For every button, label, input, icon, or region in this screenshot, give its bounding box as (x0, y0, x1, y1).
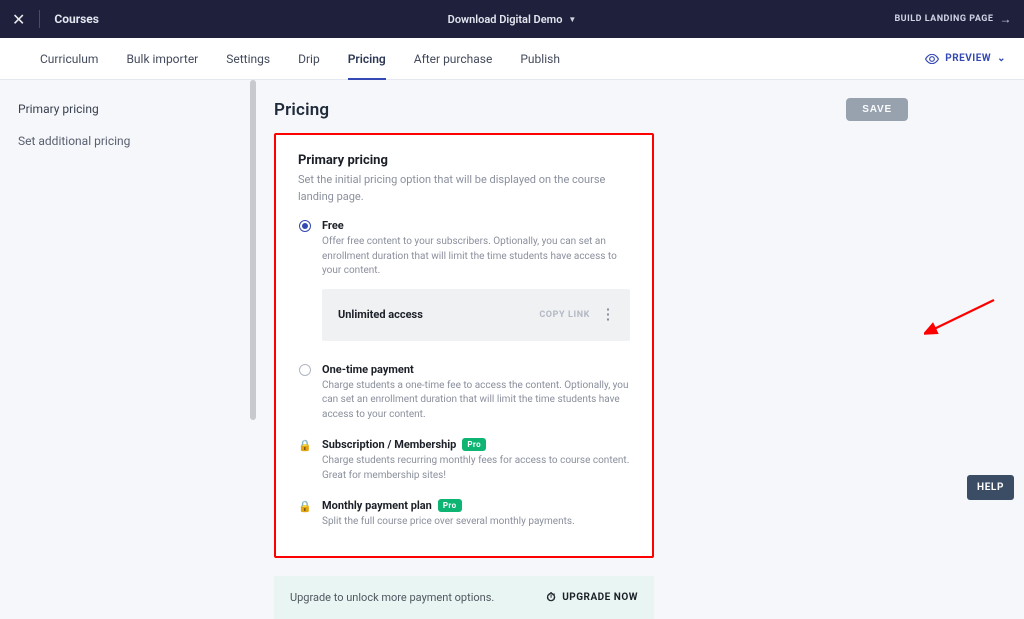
option-one-time-title: One-time payment (322, 363, 630, 376)
tab-settings[interactable]: Settings (226, 38, 270, 80)
tab-publish[interactable]: Publish (520, 38, 560, 80)
course-switcher[interactable]: Download Digital Demo ▼ (448, 13, 577, 26)
upgrade-bar: Upgrade to unlock more payment options. … (274, 576, 654, 619)
tabs-bar: Curriculum Bulk importer Settings Drip P… (0, 38, 1024, 80)
lock-icon: 🔒 (298, 439, 312, 483)
close-icon[interactable]: ✕ (12, 10, 25, 29)
left-nav: Primary pricing Set additional pricing (0, 80, 244, 506)
option-subscription-desc: Charge students recurring monthly fees f… (322, 454, 630, 483)
preview-label: PREVIEW (945, 53, 991, 64)
tab-curriculum[interactable]: Curriculum (40, 38, 98, 80)
radio-one-time[interactable] (299, 364, 311, 376)
top-bar: ✕ Courses Download Digital Demo ▼ BUILD … (0, 0, 1024, 38)
pro-badge: Pro (462, 438, 486, 451)
arrow-right-icon: → (1000, 12, 1013, 26)
tab-bulk-importer[interactable]: Bulk importer (126, 38, 198, 80)
option-monthly-plan: 🔒 Monthly payment plan Pro Split the ful… (298, 499, 630, 530)
card-subheading: Set the initial pricing option that will… (298, 172, 630, 205)
course-switcher-label: Download Digital Demo (448, 13, 563, 26)
upgrade-now-label: UPGRADE NOW (562, 592, 638, 603)
upgrade-now-button[interactable]: ⏱ UPGRADE NOW (546, 590, 638, 605)
divider (39, 10, 40, 28)
tab-after-purchase[interactable]: After purchase (414, 38, 493, 80)
page-content: Primary pricing Set additional pricing P… (0, 80, 1024, 506)
option-free-desc: Offer free content to your subscribers. … (322, 235, 630, 279)
copy-link-button[interactable]: COPY LINK (531, 305, 598, 325)
primary-pricing-card: Primary pricing Set the initial pricing … (274, 133, 654, 558)
option-monthly-desc: Split the full course price over several… (322, 515, 630, 530)
tab-drip[interactable]: Drip (298, 38, 320, 80)
breadcrumb-courses[interactable]: Courses (54, 12, 99, 26)
help-button[interactable]: HELP (967, 475, 1014, 500)
page-title: Pricing (274, 100, 329, 120)
chevron-down-icon: ▼ (568, 15, 576, 24)
radio-free[interactable] (299, 220, 311, 232)
save-button[interactable]: SAVE (846, 98, 908, 121)
option-free: Free Offer free content to your subscrib… (298, 219, 630, 341)
main-panel: Pricing SAVE Primary pricing Set the ini… (244, 80, 1024, 506)
page-header: Pricing SAVE (274, 80, 1006, 133)
build-landing-page-label: BUILD LANDING PAGE (894, 14, 993, 24)
preview-button[interactable]: PREVIEW ⌄ (925, 53, 1006, 64)
chevron-down-icon: ⌄ (997, 53, 1006, 64)
option-subscription-title: Subscription / Membership (322, 438, 456, 451)
card-heading: Primary pricing (298, 153, 630, 168)
clock-icon: ⏱ (546, 590, 556, 605)
access-label: Unlimited access (338, 308, 423, 321)
upgrade-text: Upgrade to unlock more payment options. (290, 591, 494, 604)
access-box: Unlimited access COPY LINK ⋮ (322, 289, 630, 341)
nav-primary-pricing[interactable]: Primary pricing (18, 102, 226, 116)
nav-additional-pricing[interactable]: Set additional pricing (18, 134, 226, 148)
option-one-time: One-time payment Charge students a one-t… (298, 363, 630, 423)
option-one-time-desc: Charge students a one-time fee to access… (322, 379, 630, 423)
scrollbar-thumb[interactable] (250, 80, 256, 420)
arrow-annotation (924, 296, 1004, 336)
more-icon[interactable]: ⋮ (598, 307, 618, 322)
option-free-title: Free (322, 219, 630, 232)
tab-pricing[interactable]: Pricing (348, 38, 386, 80)
eye-icon (925, 54, 939, 64)
scrollbar[interactable] (250, 80, 256, 506)
option-subscription: 🔒 Subscription / Membership Pro Charge s… (298, 438, 630, 483)
build-landing-page-button[interactable]: BUILD LANDING PAGE → (894, 12, 1012, 26)
lock-icon: 🔒 (298, 500, 312, 530)
